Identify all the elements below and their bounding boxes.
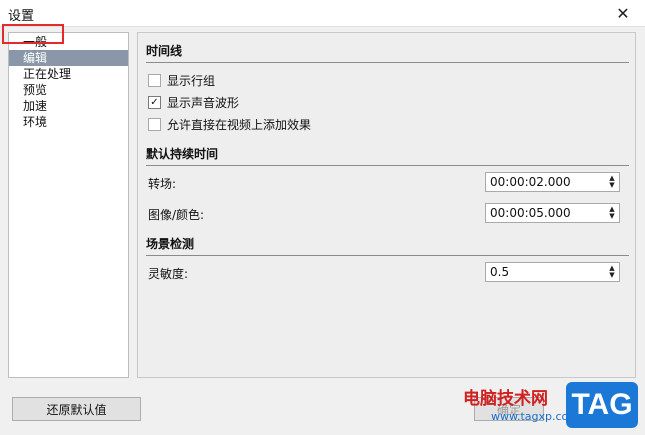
spin-down-icon[interactable]: ▼ (609, 182, 614, 189)
sidebar-item-environment[interactable]: 环境 (9, 114, 128, 130)
image-color-duration-input[interactable]: 00:00:05.000 ▲ ▼ (485, 203, 620, 223)
spin-arrows[interactable]: ▲ ▼ (605, 206, 619, 220)
checkbox-show-row-groups[interactable] (148, 73, 161, 87)
transition-duration-input[interactable]: 00:00:02.000 ▲ ▼ (485, 172, 620, 192)
close-button[interactable]: ✕ (601, 0, 645, 26)
image-color-duration-label: 图像/颜色: (148, 208, 205, 222)
spin-down-icon[interactable]: ▼ (609, 213, 614, 220)
annotation-highlight-box (2, 24, 64, 44)
checkbox-add-effects-on-video[interactable] (148, 117, 161, 131)
title-bar: 设置 ✕ (0, 0, 645, 27)
settings-content-panel: 时间线 显示行组 ✓ 显示声音波形 允许直接在视频上添加效果 默认持续时间 转场… (137, 32, 636, 378)
sensitivity-label: 灵敏度: (148, 267, 189, 281)
option-show-row-groups[interactable]: 显示行组 (148, 72, 215, 88)
image-color-duration-value[interactable]: 00:00:05.000 (486, 206, 605, 220)
checkbox-show-audio-waveform[interactable]: ✓ (148, 95, 161, 109)
close-icon: ✕ (616, 3, 630, 23)
option-label: 显示声音波形 (167, 95, 240, 110)
section-header-scene-detection: 场景检测 (146, 235, 629, 256)
section-header-timeline: 时间线 (146, 42, 629, 63)
sidebar-item-processing[interactable]: 正在处理 (9, 66, 128, 82)
window-title: 设置 (8, 9, 35, 24)
section-header-default-duration: 默认持续时间 (146, 145, 629, 166)
sensitivity-value[interactable]: 0.5 (486, 265, 605, 279)
option-add-effects-on-video[interactable]: 允许直接在视频上添加效果 (148, 116, 311, 132)
transition-duration-value[interactable]: 00:00:02.000 (486, 175, 605, 189)
restore-defaults-button[interactable]: 还原默认值 (12, 397, 141, 421)
restore-defaults-label: 还原默认值 (46, 402, 107, 417)
sidebar-item-edit[interactable]: 编辑 (9, 50, 128, 66)
sidebar-item-preview[interactable]: 预览 (9, 82, 128, 98)
transition-duration-label: 转场: (148, 177, 177, 191)
option-show-audio-waveform[interactable]: ✓ 显示声音波形 (148, 94, 239, 110)
option-label: 显示行组 (167, 73, 216, 88)
watermark: 电脑技术网 www.tagxp.com TAG (463, 380, 639, 432)
spin-arrows[interactable]: ▲ ▼ (605, 265, 619, 279)
spin-arrows[interactable]: ▲ ▼ (605, 175, 619, 189)
sidebar-item-acceleration[interactable]: 加速 (9, 98, 128, 114)
watermark-text: 电脑技术网 (463, 389, 548, 409)
watermark-logo: TAG (566, 382, 638, 428)
option-label: 允许直接在视频上添加效果 (167, 117, 312, 132)
sensitivity-input[interactable]: 0.5 ▲ ▼ (485, 262, 620, 282)
settings-category-list[interactable]: 一般 编辑 正在处理 预览 加速 环境 (8, 32, 129, 378)
spin-down-icon[interactable]: ▼ (609, 272, 614, 279)
